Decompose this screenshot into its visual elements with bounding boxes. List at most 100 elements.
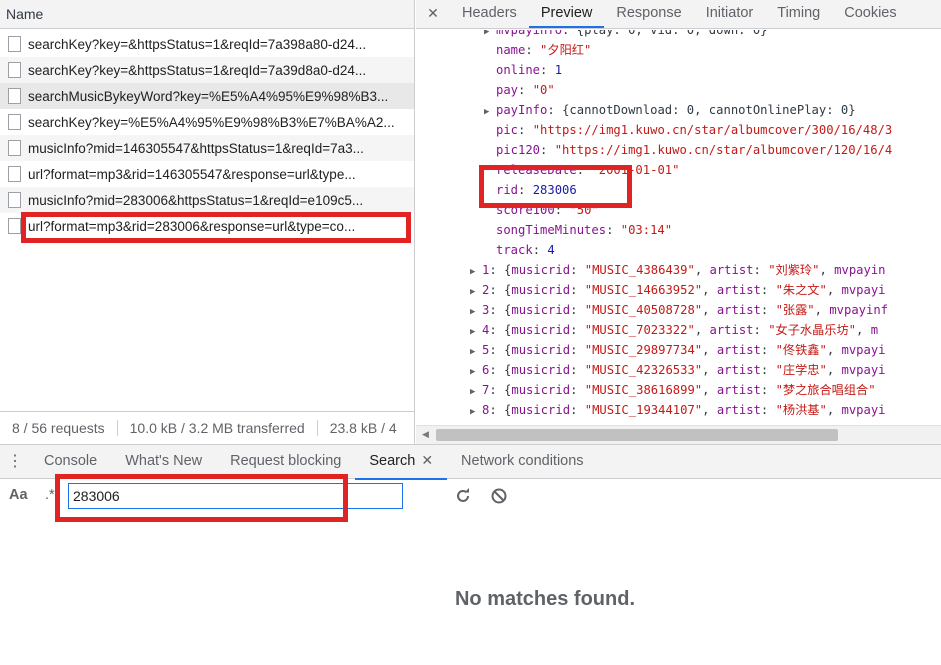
json-colon: : [570,403,585,417]
file-icon [8,140,21,156]
file-icon [8,36,21,52]
json-value: "朱之文" [775,283,827,297]
json-colon: : [760,383,776,397]
json-colon: : [532,243,548,257]
json-key: pic120 [496,143,541,157]
json-array-item[interactable]: ▶ 4: {musicrid: "MUSIC_7023322", artist: … [470,320,878,340]
close-icon[interactable]: ✕ [416,0,450,28]
clear-icon[interactable] [489,486,509,506]
json-colon: : [760,363,776,377]
json-value: "https://img1.kuwo.cn/star/albumcover/12… [554,143,893,157]
request-row[interactable]: url?format=mp3&rid=146305547&response=ur… [0,161,414,187]
json-array-item[interactable]: ▶ 5: {musicrid: "MUSIC_29897734", artist:… [470,340,886,360]
request-row[interactable]: musicInfo?mid=146305547&httpsStatus=1&re… [0,135,414,161]
json-value: "03:14" [620,223,673,237]
json-key: musicrid [511,363,571,377]
json-comma: , [702,343,717,357]
tab-timing[interactable]: Timing [765,0,832,28]
tab-headers[interactable]: Headers [450,0,529,28]
annotation-box-search [55,474,348,522]
horizontal-scrollbar[interactable]: ◀ [416,425,941,444]
scroll-left-arrow-icon[interactable]: ◀ [422,430,429,440]
json-preview[interactable]: ▶ mvpayinfo: {play: 0, vid: 0, down: 0} na… [416,30,941,425]
regex-button[interactable]: .* [45,487,55,503]
json-colon: : [570,343,585,357]
json-array-item[interactable]: ▶ 8: {musicrid: "MUSIC_19344107", artist:… [470,400,886,420]
json-value: "MUSIC_14663952" [584,283,703,297]
json-value: 4 [547,243,555,257]
json-colon: : [540,143,555,157]
json-key: artist [716,283,761,297]
json-value: "https://img1.kuwo.cn/star/albumcover/30… [532,123,893,137]
json-array-item[interactable]: ▶ 6: {musicrid: "MUSIC_42326533", artist:… [470,360,886,380]
json-property-line: pic120: "https://img1.kuwo.cn/star/album… [496,140,892,160]
tab-initiator[interactable]: Initiator [694,0,766,28]
json-value: "刘紫玲" [768,263,820,277]
json-comma: , [826,283,842,297]
json-colon: : [570,323,585,337]
tab-preview[interactable]: Preview [528,0,605,28]
json-property-line[interactable]: ▶ payInfo: {cannotDownload: 0, cannotOnli… [484,100,856,120]
json-key: artist [716,403,761,417]
json-array-item[interactable]: ▶ 2: {musicrid: "MUSIC_14663952", artist:… [470,280,886,300]
json-colon: : [540,63,555,77]
json-key: pay [496,83,519,97]
json-brace: : { [489,403,512,417]
json-comma: , [702,283,717,297]
file-icon [8,88,21,104]
file-icon [8,218,21,234]
expand-arrow-icon: ▶ [470,347,476,357]
tab-cookies[interactable]: Cookies [832,0,908,28]
json-colon: : [525,43,541,57]
json-comma: , [826,363,842,377]
json-comma: , [694,263,710,277]
json-key: musicrid [511,383,571,397]
json-value: "女子水晶乐坊" [768,323,857,337]
request-row[interactable]: searchKey?key=&httpsStatus=1&reqId=7a398… [0,31,414,57]
more-vert-icon[interactable]: ⋮ [0,453,30,469]
json-value: "MUSIC_40508728" [584,303,703,317]
refresh-icon[interactable] [453,486,473,506]
request-name: searchKey?key=&httpsStatus=1&reqId=7a398… [28,36,367,52]
json-key: online [496,63,541,77]
json-array-item[interactable]: ▶ 3: {musicrid: "MUSIC_40508728", artist:… [470,300,888,320]
json-colon: : [570,263,585,277]
file-icon [8,62,21,78]
json-comma: , [826,403,842,417]
json-colon: : [562,30,577,37]
json-key: payInfo [496,103,548,117]
json-property-line: pic: "https://img1.kuwo.cn/star/albumcov… [496,120,892,140]
expand-arrow-icon: ▶ [470,267,476,277]
request-row[interactable]: searchKey?key=&httpsStatus=1&reqId=7a39d… [0,57,414,83]
json-value: "MUSIC_38616899" [584,383,703,397]
tab-search[interactable]: Search ✕ [355,444,448,480]
close-icon[interactable]: ✕ [421,452,433,468]
json-value: "夕阳红" [540,43,592,57]
scrollbar-thumb[interactable] [436,429,838,441]
request-name: searchKey?key=&httpsStatus=1&reqId=7a39d… [28,62,367,78]
tab-network-conditions[interactable]: Network conditions [447,445,598,478]
json-value: "佟铁鑫" [775,343,827,357]
json-value: {play: 0, vid: 0, down: 0} [576,30,768,37]
match-case-button[interactable]: Aa [9,487,28,503]
request-row[interactable]: musicInfo?mid=283006&httpsStatus=1&reqId… [0,187,414,213]
json-key: musicrid [511,323,571,337]
json-key: mvpayinfo [496,30,563,37]
json-comma: , [702,363,717,377]
request-row[interactable]: searchMusicBykeyWord?key=%E5%A4%95%E9%98… [0,83,414,109]
tab-response[interactable]: Response [604,0,693,28]
json-key: musicrid [511,403,571,417]
request-row[interactable]: searchKey?key=%E5%A4%95%E9%98%B3%E7%BA%A… [0,109,414,135]
expand-arrow-icon: ▶ [470,307,476,317]
json-key: mvpayinf [829,303,889,317]
json-array-item[interactable]: ▶ 7: {musicrid: "MUSIC_38616899", artist:… [470,380,876,400]
json-array-item[interactable]: ▶ 1: {musicrid: "MUSIC_4386439", artist: … [470,260,886,280]
json-brace: : { [489,303,512,317]
json-key: pic [496,123,519,137]
json-property-line[interactable]: ▶ mvpayinfo: {play: 0, vid: 0, down: 0} [484,30,768,40]
json-value: "MUSIC_19344107" [584,403,703,417]
json-key: musicrid [511,343,571,357]
name-column-header[interactable]: Name [0,0,414,29]
json-value: "MUSIC_42326533" [584,363,703,377]
json-brace: : { [489,323,512,337]
